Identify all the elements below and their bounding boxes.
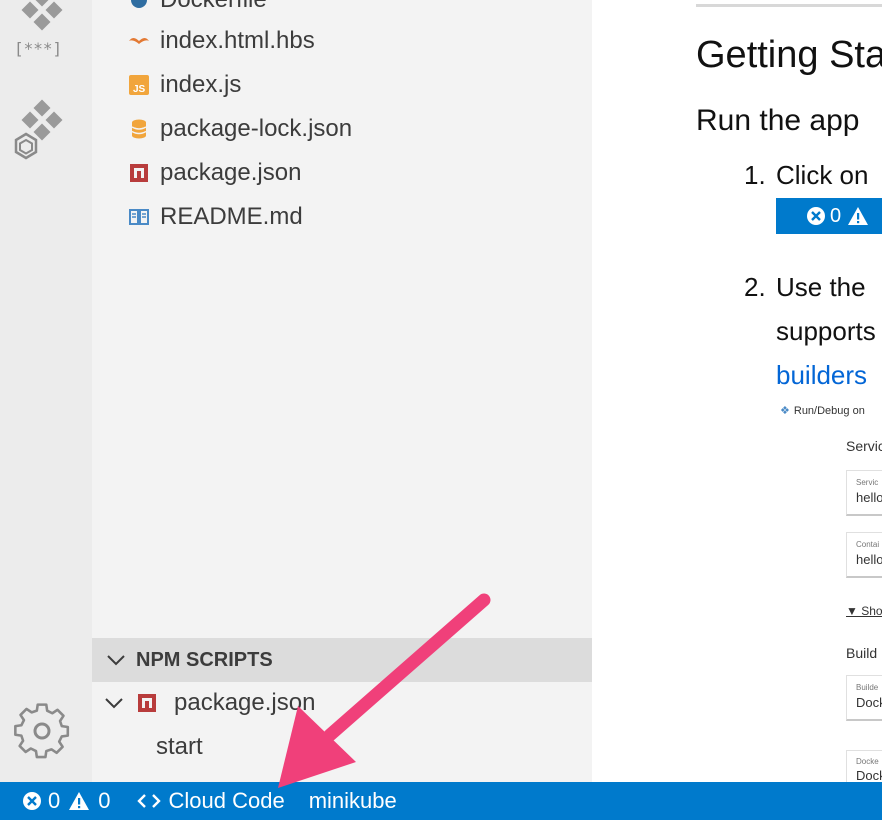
problems-indicator[interactable]: 0 0 (22, 788, 111, 814)
svg-text:[***]: [***] (14, 39, 62, 58)
step-1-text: Click on (776, 160, 869, 190)
warning-icon (847, 206, 869, 226)
markdown-preview: Getting Sta Run the app 1. Click on 0 2.… (592, 0, 882, 782)
step-1-number: 1. (744, 160, 766, 190)
builders-link[interactable]: builders (776, 360, 867, 391)
services-section-label: Servic (846, 438, 882, 454)
run-debug-title: ❖ Run/Debug on (780, 405, 865, 417)
kubernetes-explorer-icon[interactable]: [***] (10, 0, 82, 67)
step-2-number: 2. (744, 272, 766, 302)
preview-heading: Getting Sta (696, 34, 882, 76)
preview-subheading: Run the app (696, 104, 860, 137)
container-field-label: Contai (856, 540, 880, 549)
file-item-dockerfile[interactable]: Dockerfile (128, 0, 267, 20)
file-item-index-js[interactable]: JS index.js (128, 65, 241, 105)
service-field-label: Servic (856, 478, 879, 487)
cloud-code-icon: ❖ (780, 405, 790, 417)
file-item-index-html-hbs[interactable]: index.html.hbs (128, 21, 315, 61)
build-section-label: Build (846, 645, 878, 661)
docker-icon (128, 0, 150, 11)
container-field-value: hello (856, 552, 882, 567)
divider (696, 4, 882, 7)
step-2-line-2: supports (776, 316, 876, 346)
explorer-sidebar: Dockerfile index.html.hbs JS index.js pa… (92, 0, 592, 782)
cloud-code-status-button[interactable]: Cloud Code (136, 788, 285, 814)
status-bar-snippet-image: 0 (776, 198, 882, 234)
npm-scripts-header[interactable]: NPM SCRIPTS (92, 638, 592, 682)
error-count: 0 (48, 788, 61, 813)
error-icon (806, 206, 826, 226)
chevron-down-icon (106, 654, 126, 666)
npm-script-start[interactable]: start (156, 727, 203, 767)
service-field-value: hello (856, 490, 882, 505)
builder-field-value: Dock (856, 695, 882, 710)
file-item-readme-md[interactable]: README.md (128, 197, 303, 237)
javascript-file-icon: JS (128, 74, 150, 96)
show-advanced-toggle: ▼ Sho (846, 604, 882, 618)
npm-icon (128, 162, 150, 184)
npm-package-node[interactable]: package.json (104, 683, 315, 723)
npm-icon (138, 694, 156, 712)
warning-icon (68, 791, 90, 811)
chevron-down-icon (104, 697, 124, 709)
status-bar: 0 0 Cloud Code minikube (0, 782, 882, 820)
code-brackets-icon (136, 793, 161, 809)
database-icon (128, 118, 150, 140)
gear-icon[interactable] (12, 700, 84, 767)
handlebars-icon (128, 30, 150, 52)
error-icon (22, 791, 42, 811)
file-item-package-lock-json[interactable]: package-lock.json (128, 109, 352, 149)
docker-field-value: Dock (856, 768, 882, 782)
svg-text:JS: JS (133, 84, 146, 95)
cloud-code-explorer-icon[interactable] (10, 96, 82, 167)
docker-field-label: Docke (856, 757, 879, 766)
warning-count: 0 (98, 788, 111, 813)
builder-field-label: Builde (856, 683, 879, 692)
file-item-package-json[interactable]: package.json (128, 153, 301, 193)
step-2-text: Use the (776, 272, 866, 302)
cluster-status-item[interactable]: minikube (309, 788, 397, 814)
book-icon (128, 206, 150, 228)
activity-bar: [***] (0, 0, 92, 782)
